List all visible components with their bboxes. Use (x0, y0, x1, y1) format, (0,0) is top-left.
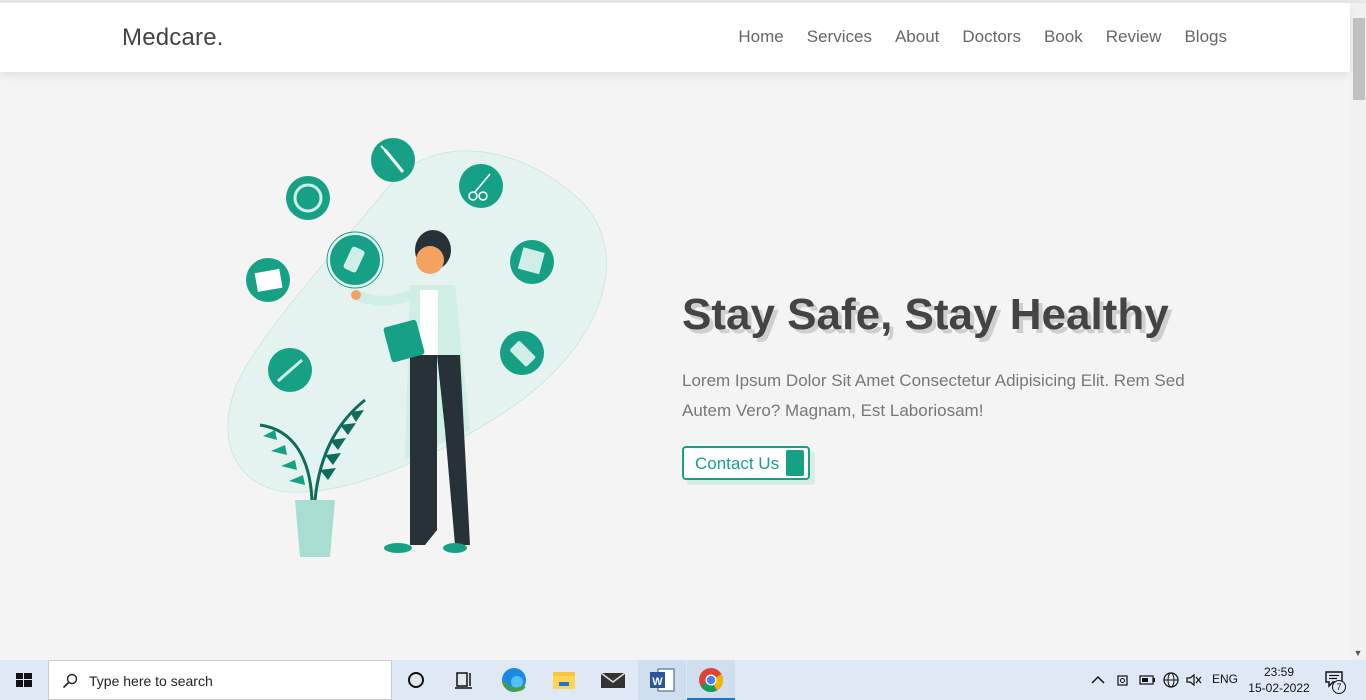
thermometer-circle-icon (268, 348, 312, 392)
nav-home[interactable]: Home (738, 27, 783, 47)
scroll-down-arrow-icon[interactable]: ▼ (1353, 649, 1363, 658)
hero-title: Stay Safe, Stay Healthy (682, 290, 1169, 339)
task-view-icon (455, 672, 472, 689)
pill-pack-circle-icon (500, 331, 544, 375)
windows-taskbar: Type here to search W ENG 23:59 15-02-20… (0, 660, 1366, 700)
nav-doctors[interactable]: Doctors (962, 27, 1021, 47)
doctor-illustration (227, 138, 607, 557)
file-explorer-icon (553, 672, 575, 689)
show-hidden-icons-icon[interactable] (1090, 673, 1106, 687)
scrollbar-thumb[interactable] (1353, 18, 1365, 100)
nav-blogs[interactable]: Blogs (1184, 27, 1227, 47)
word-icon: W (650, 668, 675, 692)
edge-button[interactable] (490, 660, 538, 700)
task-view-button[interactable] (440, 660, 488, 700)
hero-description: Lorem Ipsum Dolor Sit Amet Consectetur A… (682, 371, 1185, 420)
scissors-circle-icon (459, 164, 503, 208)
site-header: Medcare. Home Services About Doctors Boo… (0, 3, 1350, 72)
edge-icon (502, 668, 526, 692)
mail-button[interactable] (589, 660, 637, 700)
contact-us-label: Contact Us (695, 454, 780, 473)
page-scrollbar[interactable]: ▼ (1350, 3, 1366, 660)
syringe-circle-icon (371, 138, 415, 182)
nav-book[interactable]: Book (1044, 27, 1083, 47)
windows-start-button[interactable] (0, 660, 48, 700)
ring-circle-icon (286, 176, 330, 220)
svg-text:W: W (652, 676, 663, 688)
taskbar-clock[interactable]: 23:59 15-02-2022 (1240, 664, 1318, 696)
nav-services[interactable]: Services (807, 27, 872, 47)
cortana-icon (408, 672, 424, 688)
meet-now-icon[interactable] (1115, 672, 1131, 688)
clock-date: 15-02-2022 (1248, 681, 1310, 695)
site-logo[interactable]: Medcare. (122, 24, 224, 52)
search-icon (62, 673, 78, 689)
main-nav: Home Services About Doctors Book Review … (715, 27, 1227, 47)
calendar-circle-icon (246, 258, 290, 302)
chrome-button[interactable] (687, 660, 735, 700)
clock-time: 23:59 (1263, 665, 1295, 679)
taskbar-search-box[interactable]: Type here to search (48, 660, 392, 700)
network-globe-icon[interactable] (1162, 671, 1180, 689)
notification-center-button[interactable]: 7 (1320, 660, 1366, 700)
file-explorer-button[interactable] (540, 660, 588, 700)
chrome-icon (699, 668, 724, 693)
battery-icon[interactable] (1139, 673, 1157, 687)
contact-us-button[interactable]: Contact Us (682, 446, 810, 480)
search-placeholder: Type here to search (89, 673, 213, 689)
button-accent-block (786, 450, 804, 476)
windows-icon (16, 673, 32, 687)
notification-badge: 7 (1332, 680, 1346, 694)
notepad-circle-icon (510, 240, 554, 284)
language-indicator[interactable]: ENG (1212, 672, 1238, 700)
nav-about[interactable]: About (895, 27, 939, 47)
word-button[interactable]: W (638, 660, 686, 700)
volume-muted-icon[interactable] (1185, 672, 1203, 688)
nav-review[interactable]: Review (1106, 27, 1162, 47)
mail-icon (600, 672, 626, 688)
cortana-button[interactable] (392, 660, 440, 700)
bandage-circle-icon (326, 231, 384, 289)
